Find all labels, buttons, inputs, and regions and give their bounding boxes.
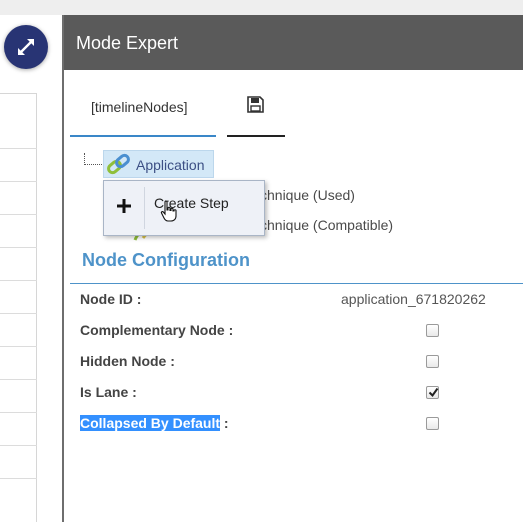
label-colon: : [220, 415, 229, 431]
expand-button[interactable] [4, 25, 48, 69]
table-row-divider [0, 214, 37, 215]
background-table [0, 93, 37, 522]
table-row-divider [0, 445, 37, 446]
checkmark-icon [428, 387, 439, 398]
table-row-divider [0, 181, 37, 182]
menu-separator [144, 187, 145, 229]
top-bar [0, 0, 523, 15]
section-divider [70, 283, 523, 284]
plus-icon [112, 194, 136, 218]
is-lane-checkbox[interactable] [426, 386, 439, 399]
tree-item-technique-used[interactable]: chnique (Used) [260, 187, 355, 203]
link-icon [107, 153, 130, 175]
mode-expert-dialog: Mode Expert [timelineNodes] Application … [62, 15, 523, 522]
table-row-divider [0, 478, 37, 479]
tree-item-technique-compatible[interactable]: chnique (Compatible) [260, 217, 393, 233]
hand-cursor-icon [160, 200, 177, 222]
tab-timeline-nodes-label: [timelineNodes] [91, 99, 188, 115]
table-row-divider [0, 148, 37, 149]
screen: Mode Expert [timelineNodes] Application … [0, 0, 523, 522]
complementary-node-label: Complementary Node : [80, 322, 234, 338]
table-row-divider [0, 313, 37, 314]
context-menu: Create Step [103, 180, 265, 236]
save-icon [247, 96, 264, 113]
create-step-menu-item[interactable]: Create Step [108, 185, 262, 231]
table-row-divider [0, 412, 37, 413]
hidden-node-checkbox[interactable] [426, 355, 439, 368]
tree-node-application[interactable]: Application [103, 150, 214, 178]
hidden-node-label: Hidden Node : [80, 353, 175, 369]
tab-save[interactable] [227, 83, 285, 137]
dialog-title: Mode Expert [76, 33, 179, 53]
node-id-value: application_671820262 [341, 291, 486, 307]
background-grid [0, 15, 62, 522]
complementary-node-checkbox[interactable] [426, 324, 439, 337]
tree-node-label: Application [136, 157, 205, 173]
collapsed-by-default-label: Collapsed By Default : [80, 415, 229, 431]
table-row-divider [0, 280, 37, 281]
tab-timeline-nodes[interactable]: [timelineNodes] [70, 83, 216, 137]
table-row-divider [0, 379, 37, 380]
node-configuration-title: Node Configuration [82, 250, 250, 270]
is-lane-label: Is Lane : [80, 384, 137, 400]
dialog-header: Mode Expert [64, 15, 523, 70]
node-id-label: Node ID : [80, 291, 142, 307]
table-row-divider [0, 247, 37, 248]
table-row-divider [0, 346, 37, 347]
collapsed-by-default-checkbox[interactable] [426, 417, 439, 430]
expand-arrows-icon [18, 39, 34, 55]
tree-connector [84, 153, 102, 165]
selected-text: Collapsed By Default [80, 415, 221, 431]
